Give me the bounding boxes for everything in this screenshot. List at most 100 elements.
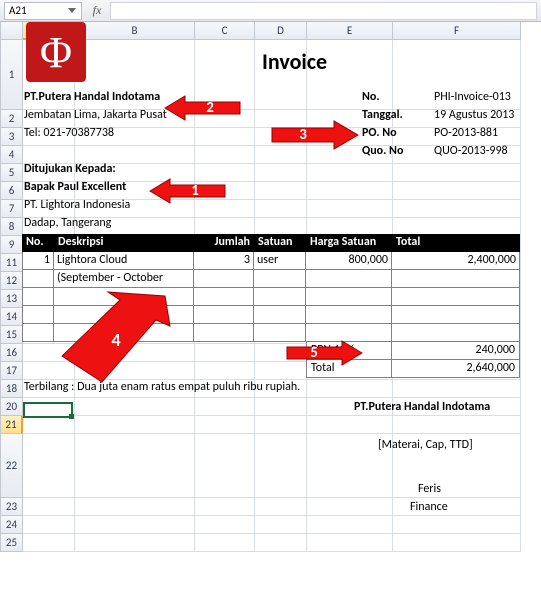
cell-price[interactable] <box>306 270 392 288</box>
cell-no[interactable] <box>22 288 54 306</box>
cell-desc[interactable]: (September - October 2013) <box>54 270 194 288</box>
cell[interactable] <box>307 164 393 182</box>
cell[interactable] <box>255 164 307 182</box>
cell[interactable] <box>75 516 195 534</box>
cell-qty[interactable] <box>194 324 254 342</box>
cell[interactable] <box>255 200 307 218</box>
cell[interactable] <box>75 498 195 516</box>
cell[interactable] <box>195 128 255 146</box>
cell[interactable] <box>393 164 521 182</box>
row-header-9[interactable]: 9 <box>1 236 23 254</box>
cell[interactable] <box>255 182 307 200</box>
cell-price[interactable]: 800,000 <box>306 252 392 270</box>
col-header-C[interactable]: C <box>195 22 255 40</box>
cell[interactable] <box>195 398 255 416</box>
cell[interactable] <box>393 416 521 434</box>
cell-no[interactable] <box>22 306 54 324</box>
cell-unit[interactable] <box>254 288 306 306</box>
cell[interactable] <box>23 398 75 416</box>
cell-unit[interactable]: user <box>254 252 306 270</box>
cell[interactable] <box>195 434 255 498</box>
cell[interactable] <box>255 434 307 498</box>
cell-qty[interactable] <box>194 270 254 288</box>
cell[interactable] <box>23 434 75 498</box>
cell[interactable] <box>255 398 307 416</box>
cell-no[interactable] <box>22 270 54 288</box>
cell-unit[interactable] <box>254 270 306 288</box>
row-header-4[interactable]: 4 <box>1 146 23 164</box>
row-header-17[interactable]: 17 <box>1 362 23 380</box>
row-header-15[interactable]: 15 <box>1 326 23 344</box>
cell-desc[interactable]: Lightora Cloud Subscription <box>54 252 194 270</box>
cell[interactable] <box>307 182 393 200</box>
formula-input[interactable] <box>110 2 537 20</box>
chevron-down-icon[interactable] <box>67 6 77 16</box>
cell[interactable] <box>23 516 75 534</box>
cell[interactable] <box>307 498 393 516</box>
cell[interactable] <box>195 498 255 516</box>
cell[interactable] <box>307 534 393 552</box>
cell[interactable] <box>255 416 307 434</box>
cell[interactable] <box>75 434 195 498</box>
cell[interactable] <box>195 516 255 534</box>
col-header-E[interactable]: E <box>307 22 393 40</box>
cell[interactable] <box>307 380 393 398</box>
cell[interactable] <box>393 380 521 398</box>
row-header-20[interactable]: 20 <box>1 398 23 416</box>
row-header-1[interactable]: 1 <box>1 40 23 110</box>
row-header-16[interactable]: 16 <box>1 344 23 362</box>
cell-total[interactable] <box>392 324 520 342</box>
row-header-24[interactable]: 24 <box>1 516 23 534</box>
cell[interactable] <box>307 516 393 534</box>
cell-price[interactable] <box>306 306 392 324</box>
row-header-22[interactable]: 22 <box>1 434 23 498</box>
row-header-6[interactable]: 6 <box>1 182 23 200</box>
cell[interactable] <box>393 182 521 200</box>
row-header-21[interactable]: 21 <box>1 416 23 434</box>
col-header-F[interactable]: F <box>393 22 521 40</box>
row-header-25[interactable]: 25 <box>1 534 23 552</box>
cell[interactable] <box>393 534 521 552</box>
cell[interactable] <box>23 498 75 516</box>
cell-qty[interactable] <box>194 306 254 324</box>
cell[interactable] <box>195 146 255 164</box>
cell[interactable] <box>255 516 307 534</box>
cell[interactable] <box>23 534 75 552</box>
cell-total[interactable]: 2,400,000 <box>392 252 520 270</box>
row-header-13[interactable]: 13 <box>1 290 23 308</box>
row-header-18[interactable]: 18 <box>1 380 23 398</box>
cell-total[interactable] <box>392 270 520 288</box>
cell-total[interactable] <box>392 288 520 306</box>
col-header-B[interactable]: B <box>75 22 195 40</box>
row-header-12[interactable]: 12 <box>1 272 23 290</box>
cell-no[interactable]: 1 <box>22 252 54 270</box>
cell-no[interactable] <box>22 324 54 342</box>
cell-qty[interactable]: 3 <box>194 252 254 270</box>
fx-icon[interactable]: fx <box>88 2 106 20</box>
name-box[interactable]: A21 <box>4 2 82 20</box>
cell[interactable] <box>75 398 195 416</box>
cell-price[interactable] <box>306 288 392 306</box>
row-header-3[interactable]: 3 <box>1 128 23 146</box>
cell[interactable] <box>393 516 521 534</box>
cell[interactable] <box>255 498 307 516</box>
row-header-8[interactable]: 8 <box>1 218 23 236</box>
cell-qty[interactable] <box>194 288 254 306</box>
cell[interactable] <box>195 534 255 552</box>
row-header-7[interactable]: 7 <box>1 200 23 218</box>
cell[interactable] <box>75 416 195 434</box>
cell-total[interactable] <box>392 306 520 324</box>
row-header-14[interactable]: 14 <box>1 308 23 326</box>
cell[interactable] <box>255 534 307 552</box>
cell[interactable] <box>307 416 393 434</box>
cell[interactable] <box>307 200 393 218</box>
select-all-corner[interactable] <box>1 22 23 40</box>
row-header-23[interactable]: 23 <box>1 498 23 516</box>
cell[interactable] <box>75 534 195 552</box>
cell[interactable] <box>195 416 255 434</box>
row-header-11[interactable]: 11 <box>1 254 23 272</box>
cell[interactable] <box>393 200 521 218</box>
row-header-2[interactable]: 2 <box>1 110 23 128</box>
col-header-D[interactable]: D <box>255 22 307 40</box>
cell-unit[interactable] <box>254 306 306 324</box>
